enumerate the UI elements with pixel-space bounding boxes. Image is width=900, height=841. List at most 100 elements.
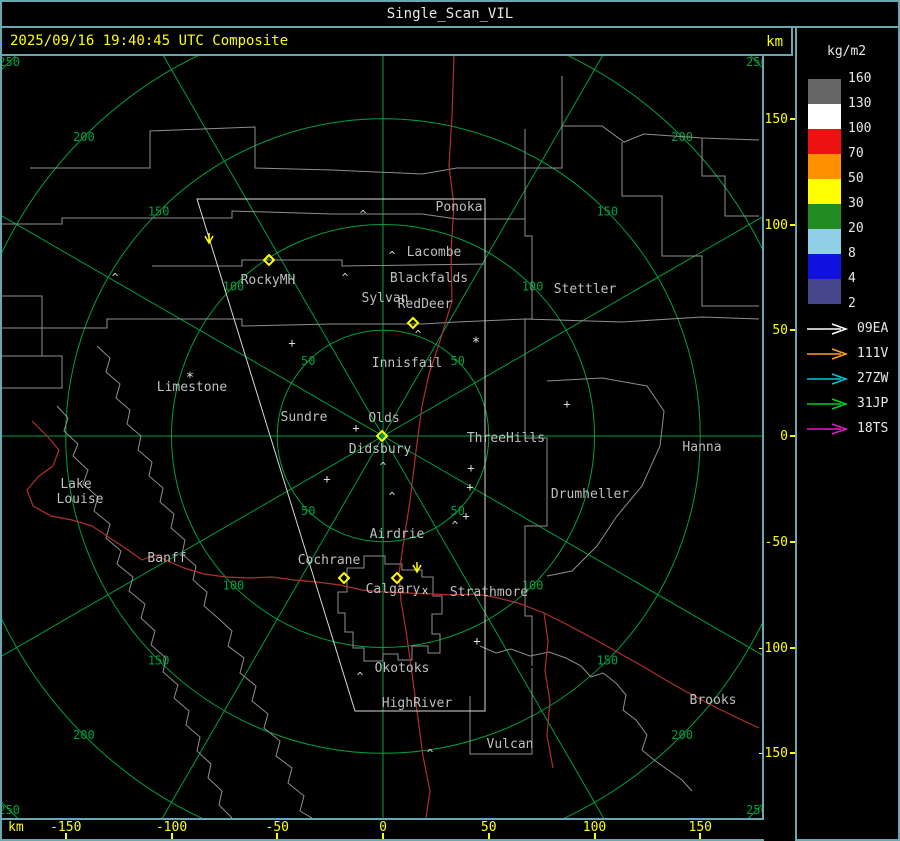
legend-color-box [808,254,841,279]
legend-radar-id: 09EA [857,321,889,336]
ring-distance-label: 50 [301,354,315,368]
storm-motion-arrow [204,233,214,245]
city-label: Blackfalds [390,271,468,286]
info-bar: 2025/09/16 19:40:45 UTC Composite km [0,26,793,56]
plus-marker: + [462,509,469,523]
legend-color-box [808,279,841,304]
ring-distance-label: 250 [2,803,20,817]
boundary-line [56,405,233,818]
legend-unit-label: kg/m2 [827,44,867,59]
legend-scale-value: 130 [848,96,872,111]
radar-arrow-icon [807,398,849,410]
plus-marker: + [323,472,330,486]
right-axis-tick-label: -100 [756,640,788,656]
right-axis-tick-label: 100 [764,217,788,233]
city-label: Stettler [554,282,617,297]
legend-radar-id: 27ZW [857,371,889,386]
highway-line [26,420,760,729]
city-label: Airdrie [370,527,425,542]
boundary-line [2,316,760,329]
radar-map: 5010015020025050100150200250501001502002… [2,56,762,818]
azimuth-line [382,435,762,656]
caret-marker: ^ [357,670,364,683]
right-axis-unit-label: km [766,34,783,50]
title-bar: Single_Scan_VIL [0,0,900,28]
legend-radar-arrow [805,346,851,362]
azimuth-line [161,435,384,818]
city-label: Ponoka [436,200,483,215]
city-label: Hanna [682,440,721,455]
plus-marker: + [288,336,295,350]
legend-radar-arrow [805,321,851,337]
radar-arrow-icon [807,373,849,385]
ring-distance-label: 200 [73,130,95,144]
legend-radar-arrow [805,371,851,387]
caret-marker: ^ [389,490,396,503]
legend-scale-value: 2 [848,296,856,311]
plus-marker: + [467,461,474,475]
legend-radar-arrow [805,396,851,412]
city-label: Strathmore [450,585,528,600]
ring-distance-label: 150 [596,653,618,667]
city-label: Sundre [281,410,328,425]
ring-distance-label: 150 [596,205,618,219]
city-label: Didsbury [349,442,412,457]
city-label: Cochrane [298,553,361,568]
ring-distance-label: 200 [73,728,95,742]
legend-radar-id: 18TS [857,421,889,436]
legend-scale-value: 70 [848,146,864,161]
legend-radar-arrow [805,421,851,437]
left-frame-line [0,818,2,841]
legend-scale-value: 8 [848,246,856,261]
city-label: Innisfail [372,356,442,371]
caret-marker: ^ [380,460,387,473]
boundary-line [701,138,759,217]
legend-color-box [808,179,841,204]
highway-line [543,612,554,769]
city-label: Calgary [366,582,421,597]
legend-color-box [808,154,841,179]
city-label: Banff [147,551,186,566]
asterisk-marker: * [472,335,480,351]
city-label: Olds [368,411,399,426]
right-axis-tick-label: -50 [764,534,788,550]
ring-distance-label: 150 [148,205,170,219]
asterisk-marker: * [186,370,194,386]
legend-color-box [808,79,841,104]
legend-color-box [808,229,841,254]
boundary-line [2,295,63,389]
ring-distance-label: 200 [671,728,693,742]
legend-scale-value: 4 [848,271,856,286]
city-label: Okotoks [375,661,430,676]
legend-radar-id: 111V [857,346,889,361]
ring-distance-label: 50 [301,504,315,518]
plus-marker: + [466,480,473,494]
ring-distance-label: 250 [2,56,20,69]
radar-map-panel: 5010015020025050100150200250501001502002… [0,54,764,820]
radar-arrow-icon [807,423,849,435]
legend-color-box [808,129,841,154]
caret-marker: ^ [415,328,422,341]
boundary-line [561,76,759,307]
caret-marker: ^ [452,519,459,532]
ring-distance-label: 100 [223,579,245,593]
legend-scale-value: 100 [848,121,872,136]
legend-color-box [808,104,841,129]
legend-scale-value: 20 [848,221,864,236]
legend-color-box [808,204,841,229]
legend-scale-value: 160 [848,71,872,86]
x-marker: x [422,584,429,597]
city-label: Lake [60,477,91,492]
boundary-line [479,645,693,792]
caret-marker: ^ [427,747,434,760]
city-label: Louise [57,492,104,507]
legend-radar-id: 31JP [857,396,889,411]
caret-marker: ^ [342,271,349,284]
radar-site-diamond [406,316,420,330]
caret-marker: ^ [112,271,119,284]
ring-distance-label: 100 [522,279,544,293]
ring-distance-label: 50 [451,354,465,368]
boundary-line [30,125,760,175]
radar-arrow-icon [807,323,849,335]
azimuth-line [163,56,384,437]
